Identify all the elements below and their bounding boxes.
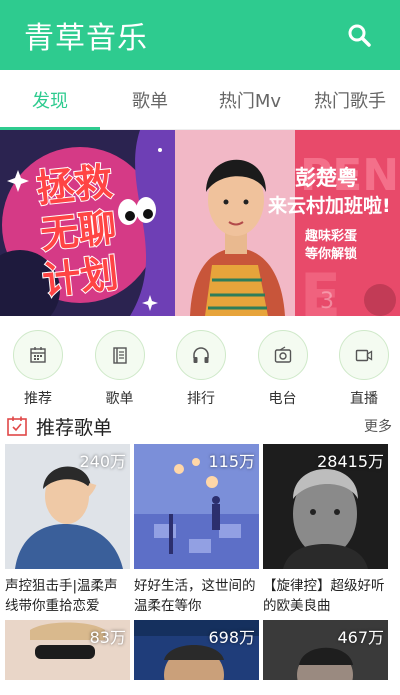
headphones-icon	[193, 347, 209, 363]
playlist-title: 【旋律控】超级好听的欧美良曲	[263, 578, 385, 614]
play-count: 698万	[208, 628, 255, 647]
banner-tagline-2: 等你解锁	[304, 246, 357, 262]
quick-nav-live[interactable]: 直播	[338, 330, 390, 408]
play-count: 83万	[89, 628, 126, 647]
app-header: 青草音乐	[0, 0, 400, 70]
svg-text:3: 3	[320, 289, 334, 314]
playlist-cover: 240万	[5, 444, 130, 569]
tab-discover[interactable]: 发现	[0, 70, 100, 130]
playlist-card[interactable]: 83万	[5, 620, 130, 680]
playlist-card[interactable]: 115万 好好生活，这世间的温柔在等你	[134, 444, 259, 620]
playlist-cover: 467万	[263, 620, 388, 680]
quick-nav-label: 歌单	[105, 391, 134, 407]
video-camera-icon	[355, 349, 373, 362]
playlist-card[interactable]: 467万	[263, 620, 388, 680]
banner-person	[175, 130, 295, 316]
quick-nav-recommend[interactable]: 推荐	[12, 330, 64, 408]
banner-subline: 来云村加班啦!	[268, 194, 391, 217]
playlist-card[interactable]: 240万 声控狙击手|温柔声线带你重拾恋爱	[5, 444, 130, 620]
recommended-playlists-header: 推荐歌单 更多	[0, 408, 400, 444]
banner-headline: 彭楚粤	[295, 166, 358, 190]
playlist-cover: 115万	[134, 444, 259, 569]
section-title: 推荐歌单	[36, 416, 113, 439]
search-button[interactable]	[344, 20, 374, 50]
play-count: 467万	[337, 628, 384, 647]
tab-hot-singers[interactable]: 热门歌手	[300, 70, 400, 129]
calendar-icon	[30, 347, 46, 363]
banner-tagline-1: 趣味彩蛋	[304, 228, 357, 244]
banner-slogan: 拯救 无聊 计划	[33, 158, 121, 304]
quick-nav-label: 电台	[268, 391, 297, 407]
more-link[interactable]: 更多	[364, 416, 392, 436]
playlist-card[interactable]: 698万	[134, 620, 259, 680]
playlist-cover: 28415万	[263, 444, 388, 569]
quick-nav-label: 直播	[350, 391, 378, 407]
slogan-line-3: 计划	[40, 251, 120, 303]
quick-nav-rankings[interactable]: 排行	[175, 330, 227, 408]
quick-nav-label: 排行	[187, 391, 215, 407]
playlist-card[interactable]: 28415万 【旋律控】超级好听的欧美良曲	[263, 444, 388, 620]
quick-nav-radio[interactable]: 电台	[257, 330, 309, 408]
calendar-check-icon	[7, 416, 27, 436]
search-icon	[348, 24, 371, 47]
radio-icon	[274, 346, 291, 363]
banner-carousel[interactable]: 拯救 无聊 计划 PENG E 3	[0, 130, 400, 316]
playlist-title: 好好生活，这世间的温柔在等你	[134, 578, 256, 614]
quick-nav-label: 推荐	[24, 391, 52, 407]
tab-bar: 发现 歌单 热门Mv 热门歌手	[0, 70, 400, 130]
play-count: 115万	[208, 452, 255, 471]
tab-playlists[interactable]: 歌单	[100, 70, 200, 129]
playlist-cover: 83万	[5, 620, 130, 680]
quick-nav: 推荐 歌单 排行 电台 直播	[0, 316, 400, 408]
tab-hot-mv[interactable]: 热门Mv	[200, 70, 300, 129]
play-count: 240万	[79, 452, 126, 471]
app-title: 青草音乐	[24, 21, 148, 56]
book-icon	[112, 347, 127, 364]
playlist-title: 声控狙击手|温柔声线带你重拾恋爱	[5, 578, 118, 614]
quick-nav-playlists[interactable]: 歌单	[94, 330, 146, 408]
playlist-cover: 698万	[134, 620, 259, 680]
play-count: 28415万	[317, 452, 384, 471]
slogan-line-2: 无聊	[38, 205, 118, 257]
playlist-grid: 240万 声控狙击手|温柔声线带你重拾恋爱 115万 好好生活，这世间的温柔在等…	[0, 444, 400, 680]
slogan-line-1: 拯救	[34, 159, 114, 211]
